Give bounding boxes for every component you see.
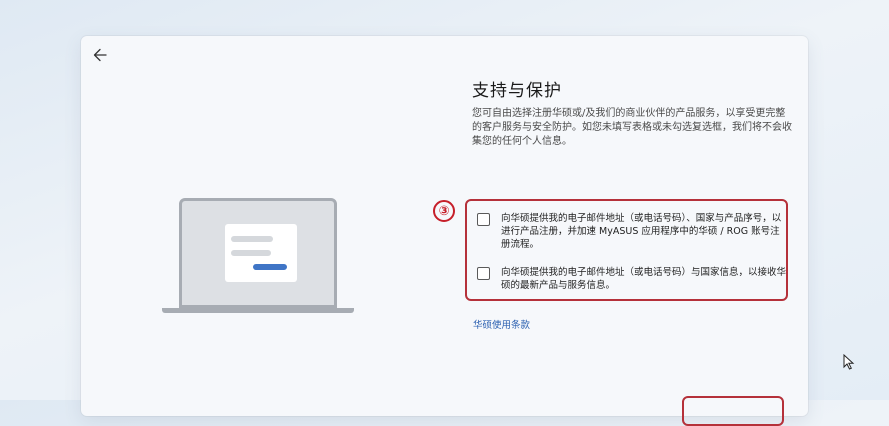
step-marker: ③ (433, 200, 455, 222)
mouse-cursor-icon (843, 354, 855, 370)
consent-checkbox-registration[interactable] (477, 213, 490, 226)
consent-label-marketing: 向华硕提供我的电子邮件地址（或电话号码）与国家信息，以接收华硕的最新产品与服务信… (501, 267, 787, 291)
laptop-base (162, 308, 354, 313)
setup-window: 支持与保护 您可自由选择注册华硕或/及我们的商业伙伴的产品服务，以享受更完整的客… (81, 36, 808, 426)
illustration-line (231, 250, 271, 256)
arrow-left-icon (93, 48, 107, 62)
page-description: 您可自由选择注册华硕或/及我们的商业伙伴的产品服务，以享受更完整的客户服务与安全… (472, 108, 792, 147)
consent-option-marketing[interactable]: 向华硕提供我的电子邮件地址（或电话号码）与国家信息，以接收华硕的最新产品与服务信… (477, 266, 786, 292)
back-button[interactable] (89, 44, 111, 66)
consent-label-registration: 向华硕提供我的电子邮件地址（或电话号码）、国家与产品序号，以进行产品注册，并加速… (501, 213, 782, 250)
consent-checkbox-marketing[interactable] (477, 267, 490, 280)
laptop-illustration (179, 198, 337, 308)
illustration-line (231, 236, 273, 242)
next-button-highlight[interactable] (682, 396, 784, 426)
terms-link[interactable]: 华硕使用条款 (473, 317, 530, 331)
illustration-card (225, 224, 297, 282)
illustration-button (253, 264, 287, 270)
page-title: 支持与保护 (472, 81, 562, 101)
consent-option-registration[interactable]: 向华硕提供我的电子邮件地址（或电话号码）、国家与产品序号，以进行产品注册，并加速… (477, 212, 786, 251)
